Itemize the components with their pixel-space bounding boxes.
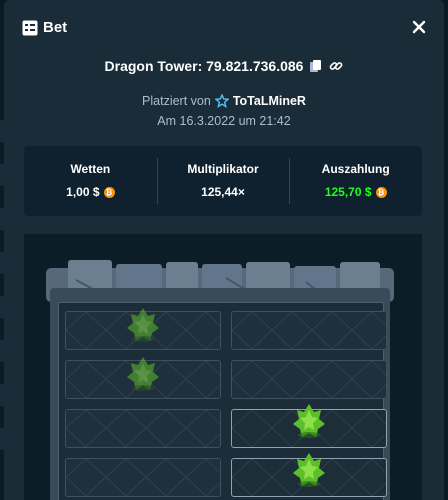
wager-value: 1,00 $ [66, 185, 100, 199]
modal-header: Bet [4, 0, 444, 58]
tile-row4-right[interactable] [231, 453, 387, 497]
tile-row4-left[interactable] [65, 458, 221, 497]
bitcoin-coin-icon: ₿ [103, 186, 115, 198]
dragon-tower-board [24, 234, 422, 500]
bet-list-icon [22, 20, 38, 36]
payout-value: 125,70 $ [324, 185, 372, 199]
copy-icon[interactable] [309, 59, 323, 73]
dragon-egg-icon [292, 402, 326, 438]
placed-by-prefix: Platziert von [142, 94, 211, 108]
link-icon[interactable] [329, 59, 343, 73]
tile-row2-left[interactable] [65, 357, 221, 399]
wager-value-wrap: 1,00 $ ₿ [66, 185, 115, 199]
bet-stats: Wetten 1,00 $ ₿ Multiplikator 125,44× Au… [24, 146, 422, 216]
payout-label: Auszahlung [321, 162, 390, 176]
tile-grid [58, 302, 387, 500]
dragon-egg-icon [126, 306, 160, 342]
star-badge-icon [214, 94, 229, 108]
multiplier-value: 125,44× [201, 185, 245, 199]
dragon-egg-icon [126, 355, 160, 391]
bet-id: Dragon Tower: 79.821.736.086 [104, 58, 304, 74]
tile-row1-left[interactable] [65, 308, 221, 350]
tower-body [50, 288, 390, 500]
multiplier-stat: Multiplikator 125,44× [156, 146, 290, 216]
close-icon[interactable] [412, 20, 426, 34]
wager-stat: Wetten 1,00 $ ₿ [24, 146, 157, 216]
bet-date: Am 16.3.2022 um 21:42 [157, 114, 291, 128]
dragon-egg-icon [292, 451, 326, 487]
tile-row3-left[interactable] [65, 409, 221, 448]
payout-value-wrap: 125,70 $ ₿ [325, 185, 387, 199]
wager-label: Wetten [70, 162, 111, 176]
multiplier-label: Multiplikator [187, 162, 259, 176]
payout-stat: Auszahlung 125,70 $ ₿ [289, 146, 422, 216]
placed-by-row: Platziert von ToTaLMineR [4, 92, 444, 110]
multiplier-value-wrap: 125,44× [201, 185, 245, 199]
tile-row3-right[interactable] [231, 404, 387, 448]
tile-row1-right[interactable] [231, 311, 387, 350]
tile-row2-right[interactable] [231, 360, 387, 399]
modal-title: Bet [43, 19, 68, 36]
bet-modal: Bet Dragon Tower: 79.821.736.086 Platzie… [4, 0, 444, 500]
bet-id-row: Dragon Tower: 79.821.736.086 [4, 55, 444, 77]
placed-by-user[interactable]: ToTaLMineR [233, 94, 306, 108]
bitcoin-coin-icon: ₿ [375, 186, 387, 198]
